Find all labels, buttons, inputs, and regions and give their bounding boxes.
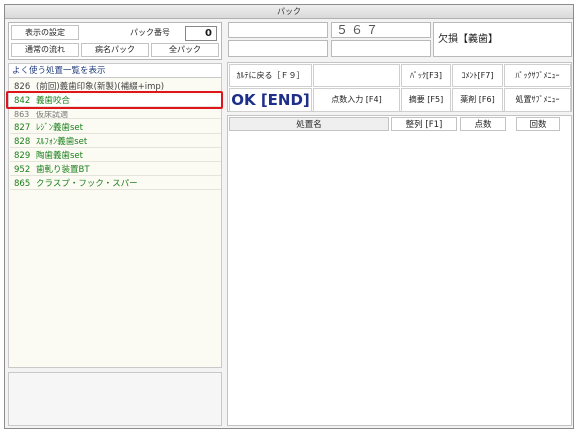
item-code: 952 [14,165,31,175]
medicine-button[interactable]: 薬剤 [F6] [452,88,503,112]
pack-button[interactable]: ﾊﾟｯｸ[F3] [401,64,451,87]
sort-button[interactable]: 整列 [F1] [391,117,457,131]
col-header-points[interactable]: 点数 [460,117,506,131]
comment-button[interactable]: ｺﾒﾝﾄ[F7] [452,64,503,87]
tooth-number-field[interactable]: ５６７ [331,22,431,38]
item-label: 仮床試適 [36,111,68,119]
window-title: パック [5,5,573,19]
pack-submenu-button[interactable]: ﾊﾟｯｸｻﾌﾞﾒﾆｭｰ [504,64,571,87]
blank-field-1[interactable] [228,22,328,38]
ok-end-button[interactable]: OK [END] [229,88,312,112]
pack-controls: 表示の設定 パック番号 0 通常の流れ 病名パック 全パック [8,22,222,60]
item-label: ｽﾙﾌｫﾝ義歯set [36,137,88,147]
blank-field-2[interactable] [228,40,328,57]
list-item[interactable]: 865 クラスプ・フック・スパー [10,178,221,190]
back-to-karte-button[interactable]: ｶﾙﾃに戻る［Ｆ９］ [229,64,312,87]
disease-pack-button[interactable]: 病名パック [81,43,149,57]
item-label: 歯軋り装置BT [36,165,90,175]
treatment-grid: 処置名 整列 [F1] 点数 回数 [227,115,572,426]
selection-highlight [6,91,223,109]
item-code: 863 [14,111,30,119]
missing-teeth-label: 欠損【義歯】 [433,22,572,57]
item-label: クラスプ・フック・スパー [36,179,138,189]
item-code: 865 [14,179,31,189]
item-code: 828 [14,137,31,147]
item-label: ﾚｼﾞﾝ義歯set [36,123,83,133]
display-settings-button[interactable]: 表示の設定 [11,25,79,40]
col-header-count[interactable]: 回数 [516,117,560,131]
detail-panel [8,372,222,426]
list-item[interactable]: 828 ｽﾙﾌｫﾝ義歯set [10,136,221,148]
frequent-treatments-header[interactable]: よく使う処置一覧を表示 [8,63,222,77]
normal-flow-button[interactable]: 通常の流れ [11,43,79,57]
empty-toolbar-slot [313,64,400,87]
list-item[interactable]: 863 仮床試適 [10,111,221,119]
item-label: 陶歯義歯set [36,151,83,161]
list-item[interactable]: 952 歯軋り装置BT [10,164,221,176]
pack-number-field[interactable]: 0 [185,26,217,41]
treatment-submenu-button[interactable]: 処置ｻﾌﾞﾒﾆｭｰ [504,88,571,112]
item-code: 827 [14,123,31,133]
summary-button[interactable]: 摘要 [F5] [401,88,451,112]
list-item[interactable]: 829 陶歯義歯set [10,150,221,162]
blank-field-3[interactable] [331,40,431,57]
treatment-list: 826 (前回)義歯印象(新製)(補綴+imp) 842 義歯咬合 863 仮床試適 … [8,77,222,368]
list-item[interactable]: 827 ﾚｼﾞﾝ義歯set [10,122,221,134]
col-header-treatment-name[interactable]: 処置名 [229,117,389,131]
action-toolbar: ｶﾙﾃに戻る［Ｆ９］ ﾊﾟｯｸ[F3] ｺﾒﾝﾄ[F7] ﾊﾟｯｸｻﾌﾞﾒﾆｭｰ… [227,62,572,112]
item-code: 829 [14,151,31,161]
all-pack-button[interactable]: 全パック [151,43,219,57]
pack-number-label: パック番号 [119,25,181,40]
points-input-button[interactable]: 点数入力 [F4] [313,88,400,112]
